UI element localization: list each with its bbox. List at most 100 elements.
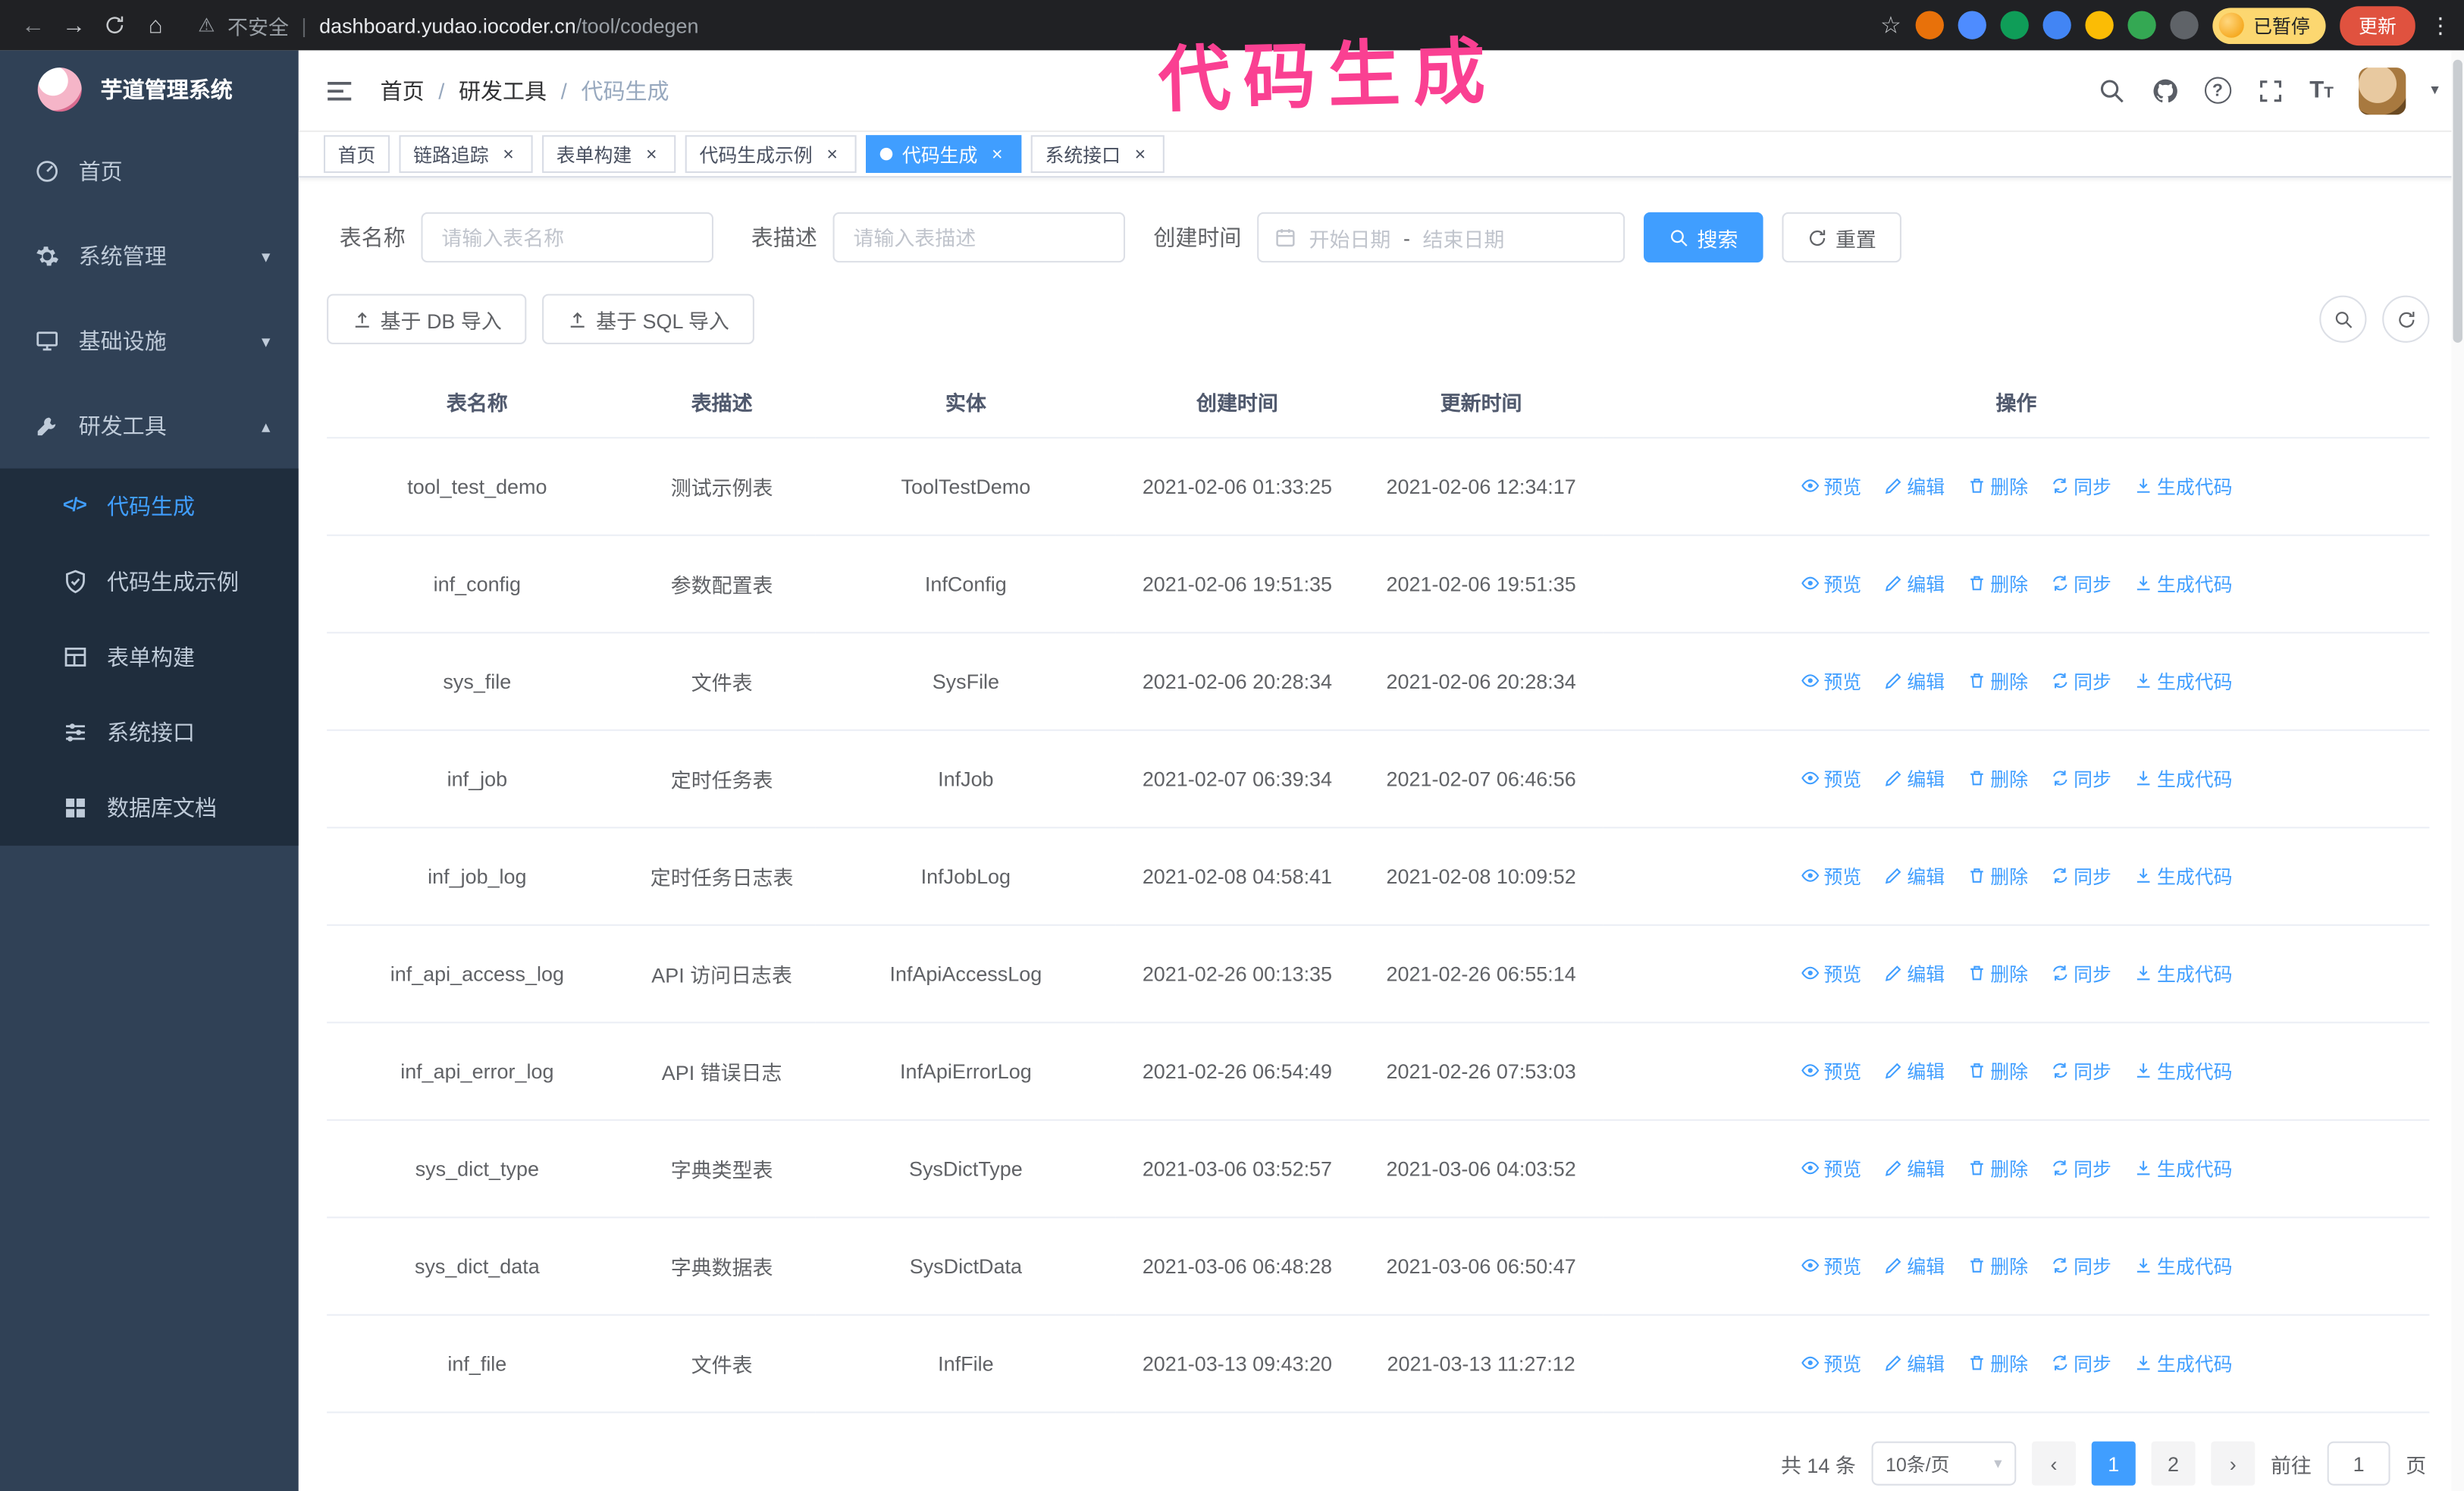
row-action-preview[interactable]: 预览 <box>1800 862 1861 889</box>
row-action-generate-code[interactable]: 生成代码 <box>2133 1155 2233 1182</box>
row-action-generate-code[interactable]: 生成代码 <box>2133 1350 2233 1376</box>
sidebar-item-home[interactable]: 首页 <box>0 129 299 214</box>
row-action-edit[interactable]: 编辑 <box>1883 667 1945 694</box>
extension-icon[interactable] <box>2042 11 2071 39</box>
tab-tracer[interactable]: 链路追踪 × <box>399 135 533 173</box>
row-action-delete[interactable]: 删除 <box>1967 1252 2028 1279</box>
row-action-edit[interactable]: 编辑 <box>1883 1350 1945 1376</box>
row-action-generate-code[interactable]: 生成代码 <box>2133 960 2233 987</box>
row-action-edit[interactable]: 编辑 <box>1883 960 1945 987</box>
row-action-delete[interactable]: 删除 <box>1967 667 2028 694</box>
scrollbar-thumb[interactable] <box>2453 59 2462 343</box>
extension-icon[interactable] <box>2085 11 2114 39</box>
sidebar-item-infra[interactable]: 基础设施 ▾ <box>0 299 299 384</box>
row-action-sync[interactable]: 同步 <box>2050 472 2111 499</box>
next-page-button[interactable]: › <box>2211 1441 2256 1486</box>
extension-icon[interactable] <box>2000 11 2029 39</box>
row-action-generate-code[interactable]: 生成代码 <box>2133 862 2233 889</box>
row-action-delete[interactable]: 删除 <box>1967 960 2028 987</box>
help-icon[interactable]: ? <box>2204 77 2231 104</box>
row-action-preview[interactable]: 预览 <box>1800 570 1861 597</box>
import-sql-button[interactable]: 基于 SQL 导入 <box>542 293 755 344</box>
extension-icon[interactable] <box>1958 11 1986 39</box>
row-action-sync[interactable]: 同步 <box>2050 960 2111 987</box>
row-action-delete[interactable]: 删除 <box>1967 765 2028 792</box>
row-action-generate-code[interactable]: 生成代码 <box>2133 472 2233 499</box>
sidebar-logo[interactable]: 芋道管理系统 <box>0 50 299 129</box>
sidebar-item-codegen[interactable]: </> 代码生成 <box>0 469 299 544</box>
table-name-input[interactable] <box>421 212 714 263</box>
row-action-delete[interactable]: 删除 <box>1967 1057 2028 1084</box>
row-action-generate-code[interactable]: 生成代码 <box>2133 1057 2233 1084</box>
page-size-select[interactable]: 10条/页 ▾ <box>1871 1441 2017 1486</box>
date-range-picker[interactable]: 开始日期 - 结束日期 <box>1257 212 1625 263</box>
tab-form-builder[interactable]: 表单构建 × <box>542 135 676 173</box>
row-action-sync[interactable]: 同步 <box>2050 570 2111 597</box>
hamburger-icon[interactable] <box>324 74 355 105</box>
row-action-preview[interactable]: 预览 <box>1800 1155 1861 1182</box>
extension-icon[interactable] <box>1915 11 1944 39</box>
sidebar-item-system-api[interactable]: 系统接口 <box>0 695 299 770</box>
row-action-edit[interactable]: 编辑 <box>1883 862 1945 889</box>
tab-close-icon[interactable]: × <box>1130 144 1150 165</box>
user-caret-down-icon[interactable]: ▾ <box>2431 82 2438 99</box>
row-action-delete[interactable]: 删除 <box>1967 1350 2028 1376</box>
row-action-preview[interactable]: 预览 <box>1800 1350 1861 1376</box>
row-action-generate-code[interactable]: 生成代码 <box>2133 765 2233 792</box>
tab-codegen[interactable]: 代码生成 × <box>866 135 1022 173</box>
row-action-edit[interactable]: 编辑 <box>1883 472 1945 499</box>
scrollbar[interactable] <box>2451 50 2464 1491</box>
row-action-edit[interactable]: 编辑 <box>1883 570 1945 597</box>
search-button[interactable]: 搜索 <box>1644 212 1763 263</box>
profile-paused-chip[interactable]: 已暂停 <box>2212 7 2326 43</box>
extension-icon[interactable] <box>2127 11 2156 39</box>
row-action-sync[interactable]: 同步 <box>2050 1252 2111 1279</box>
sidebar-item-system[interactable]: 系统管理 ▾ <box>0 214 299 299</box>
home-icon[interactable]: ⌂ <box>135 5 176 46</box>
breadcrumb-home[interactable]: 首页 <box>381 74 425 105</box>
row-action-preview[interactable]: 预览 <box>1800 1057 1861 1084</box>
reload-icon[interactable] <box>94 5 135 46</box>
row-action-generate-code[interactable]: 生成代码 <box>2133 570 2233 597</box>
reset-button[interactable]: 重置 <box>1782 212 1902 263</box>
row-action-sync[interactable]: 同步 <box>2050 667 2111 694</box>
row-action-edit[interactable]: 编辑 <box>1883 1057 1945 1084</box>
prev-page-button[interactable]: ‹ <box>2031 1441 2076 1486</box>
user-avatar[interactable] <box>2359 67 2406 115</box>
row-action-sync[interactable]: 同步 <box>2050 1350 2111 1376</box>
row-action-preview[interactable]: 预览 <box>1800 1252 1861 1279</box>
table-desc-input[interactable] <box>832 212 1126 263</box>
sidebar-item-codegen-example[interactable]: 代码生成示例 <box>0 544 299 619</box>
row-action-generate-code[interactable]: 生成代码 <box>2133 667 2233 694</box>
row-action-sync[interactable]: 同步 <box>2050 1155 2111 1182</box>
row-action-preview[interactable]: 预览 <box>1800 960 1861 987</box>
tab-close-icon[interactable]: × <box>498 144 519 165</box>
row-action-sync[interactable]: 同步 <box>2050 1057 2111 1084</box>
toggle-search-button[interactable] <box>2319 295 2367 343</box>
search-icon[interactable] <box>2097 77 2125 105</box>
github-icon[interactable] <box>2151 77 2179 105</box>
back-icon[interactable]: ← <box>13 5 54 46</box>
row-action-generate-code[interactable]: 生成代码 <box>2133 1252 2233 1279</box>
sidebar-item-devtools[interactable]: 研发工具 ▴ <box>0 384 299 469</box>
tab-close-icon[interactable]: × <box>641 144 662 165</box>
sidebar-item-form-builder[interactable]: 表单构建 <box>0 620 299 695</box>
row-action-edit[interactable]: 编辑 <box>1883 765 1945 792</box>
row-action-sync[interactable]: 同步 <box>2050 862 2111 889</box>
forward-icon[interactable]: → <box>53 5 94 46</box>
row-action-sync[interactable]: 同步 <box>2050 765 2111 792</box>
refresh-table-button[interactable] <box>2382 295 2430 343</box>
sidebar-item-db-doc[interactable]: 数据库文档 <box>0 771 299 846</box>
row-action-delete[interactable]: 删除 <box>1967 862 2028 889</box>
tab-close-icon[interactable]: × <box>987 144 1008 165</box>
breadcrumb-devtools[interactable]: 研发工具 <box>459 74 547 105</box>
row-action-preview[interactable]: 预览 <box>1800 765 1861 792</box>
row-action-delete[interactable]: 删除 <box>1967 570 2028 597</box>
tab-codegen-example[interactable]: 代码生成示例 × <box>685 135 857 173</box>
row-action-edit[interactable]: 编辑 <box>1883 1155 1945 1182</box>
row-action-preview[interactable]: 预览 <box>1800 472 1861 499</box>
bookmark-star-icon[interactable]: ☆ <box>1880 11 1901 39</box>
import-db-button[interactable]: 基于 DB 导入 <box>327 293 527 344</box>
tab-home[interactable]: 首页 <box>323 135 390 173</box>
page-button-1[interactable]: 1 <box>2091 1441 2136 1486</box>
